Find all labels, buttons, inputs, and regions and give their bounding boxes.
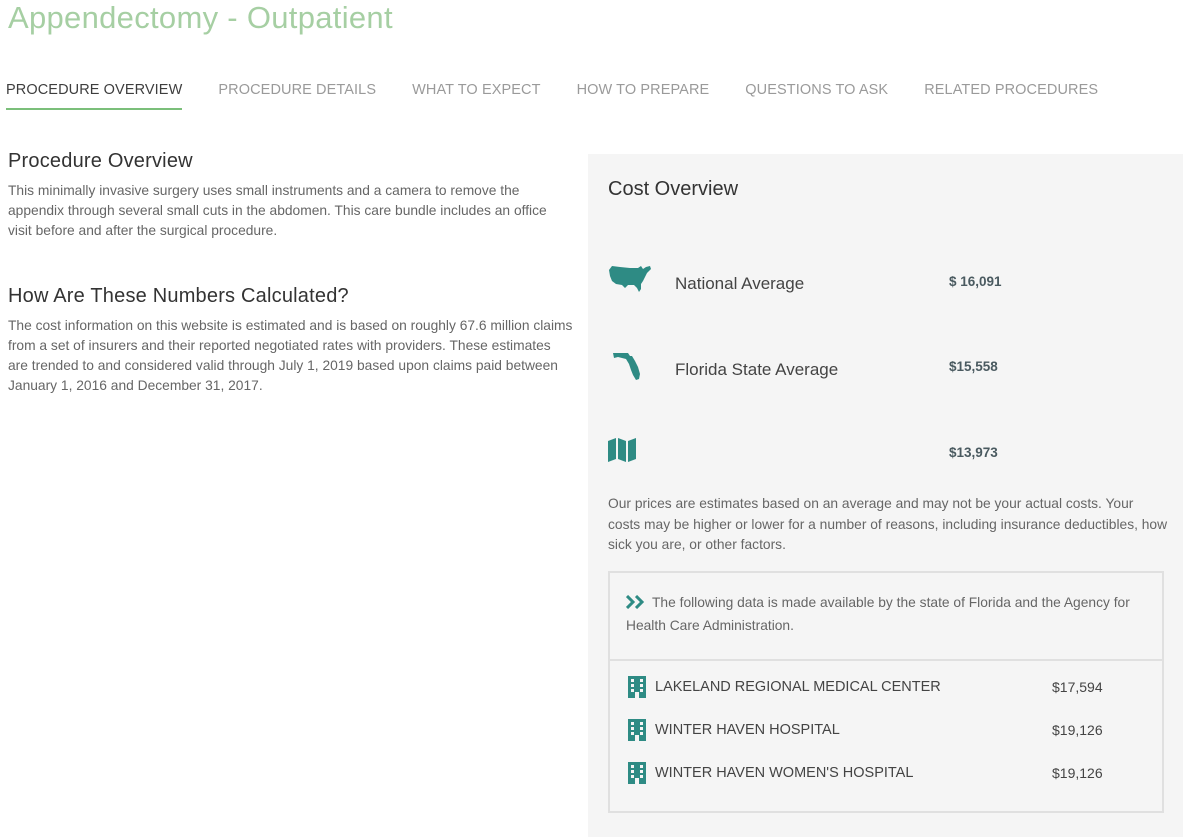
national-average-value: $ 16,091 bbox=[949, 274, 1002, 289]
calculation-heading: How Are These Numbers Calculated? bbox=[8, 285, 349, 307]
hospital-row[interactable]: LAKELAND REGIONAL MEDICAL CENTER $17,594 bbox=[628, 676, 1148, 700]
hospital-price: $19,126 bbox=[1052, 765, 1103, 781]
hospital-name: WINTER HAVEN HOSPITAL bbox=[655, 722, 840, 738]
tab-procedure-details[interactable]: PROCEDURE DETAILS bbox=[218, 82, 376, 110]
hospital-row[interactable]: WINTER HAVEN HOSPITAL $19,126 bbox=[628, 719, 1148, 743]
folded-map-icon bbox=[608, 438, 636, 467]
florida-data-note: The following data is made available by … bbox=[610, 573, 1162, 661]
local-average-value: $13,973 bbox=[949, 445, 998, 460]
hospital-building-icon bbox=[628, 762, 646, 789]
cost-overview-panel: Cost Overview National Average $ 16,091 … bbox=[588, 154, 1183, 837]
local-average-row: $13,973 bbox=[608, 438, 1048, 478]
tab-bar: PROCEDURE OVERVIEW PROCEDURE DETAILS WHA… bbox=[6, 82, 1134, 110]
hospital-building-icon bbox=[628, 676, 646, 703]
tab-questions-to-ask[interactable]: QUESTIONS TO ASK bbox=[745, 82, 888, 110]
hospital-row[interactable]: WINTER HAVEN WOMEN'S HOSPITAL $19,126 bbox=[628, 762, 1148, 786]
state-average-row: Florida State Average $15,558 bbox=[608, 350, 1048, 390]
hospital-price: $17,594 bbox=[1052, 679, 1103, 695]
hospital-building-icon bbox=[628, 719, 646, 746]
tab-what-to-expect[interactable]: WHAT TO EXPECT bbox=[412, 82, 540, 110]
page-title: Appendectomy - Outpatient bbox=[8, 0, 393, 35]
cost-overview-heading: Cost Overview bbox=[608, 178, 739, 200]
tab-procedure-overview[interactable]: PROCEDURE OVERVIEW bbox=[6, 82, 183, 110]
overview-section: Procedure Overview This minimally invasi… bbox=[8, 150, 573, 396]
cost-disclaimer: Our prices are estimates based on an ave… bbox=[608, 496, 1168, 552]
florida-data-note-text: The following data is made available by … bbox=[626, 595, 1130, 633]
tab-related-procedures[interactable]: RELATED PROCEDURES bbox=[924, 82, 1098, 110]
state-average-label: Florida State Average bbox=[675, 360, 839, 379]
florida-data-box: The following data is made available by … bbox=[608, 571, 1164, 813]
florida-map-icon bbox=[608, 350, 644, 387]
hospital-price: $19,126 bbox=[1052, 722, 1103, 738]
national-average-row: National Average $ 16,091 bbox=[608, 264, 1048, 304]
calculation-text: The cost information on this website is … bbox=[8, 318, 573, 393]
double-chevron-right-icon bbox=[625, 594, 646, 616]
overview-text: This minimally invasive surgery uses sma… bbox=[8, 183, 547, 238]
usa-map-icon bbox=[608, 264, 652, 299]
tab-how-to-prepare[interactable]: HOW TO PREPARE bbox=[577, 82, 710, 110]
overview-heading: Procedure Overview bbox=[8, 150, 193, 172]
national-average-label: National Average bbox=[675, 274, 805, 293]
hospital-name: LAKELAND REGIONAL MEDICAL CENTER bbox=[655, 679, 941, 695]
state-average-value: $15,558 bbox=[949, 359, 998, 374]
hospital-name: WINTER HAVEN WOMEN'S HOSPITAL bbox=[655, 765, 914, 781]
